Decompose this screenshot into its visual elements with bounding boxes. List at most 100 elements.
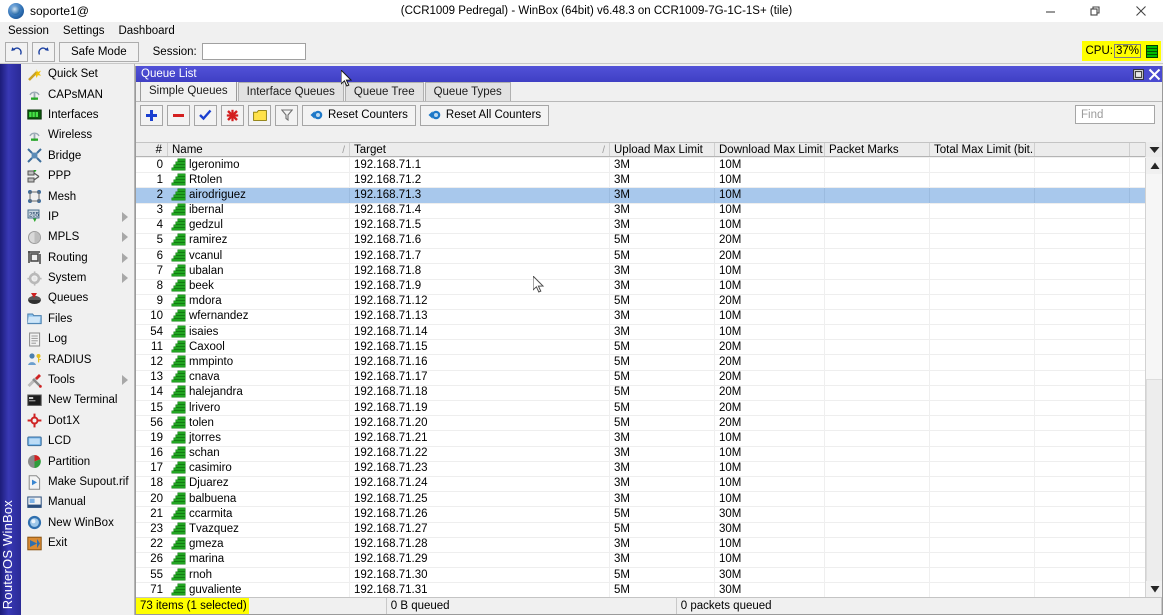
sidebar-item-interfaces[interactable]: Interfaces	[21, 105, 134, 125]
column-header-name[interactable]: Name/	[168, 143, 350, 156]
close-icon[interactable]	[1118, 0, 1163, 22]
cell-marks	[825, 385, 930, 400]
sidebar-item-capsman[interactable]: CAPsMAN	[21, 84, 134, 104]
cell-down: 10M	[715, 446, 825, 461]
table-row[interactable]: 55rnoh192.168.71.305M30M	[136, 568, 1145, 583]
sidebar-item-partition[interactable]: Partition	[21, 451, 134, 471]
restore-icon[interactable]	[1073, 0, 1118, 22]
add-button[interactable]	[140, 105, 163, 126]
table-row[interactable]: 1Rtolen192.168.71.23M10M	[136, 173, 1145, 188]
table-row[interactable]: 54isaies192.168.71.143M10M	[136, 325, 1145, 340]
tab-interface-queues[interactable]: Interface Queues	[238, 82, 344, 101]
table-row[interactable]: 23Tvazquez192.168.71.275M30M	[136, 523, 1145, 538]
cell-total	[930, 370, 1035, 385]
table-row[interactable]: 56tolen192.168.71.205M20M	[136, 416, 1145, 431]
table-row[interactable]: 2airodriguez192.168.71.33M10M	[136, 188, 1145, 203]
sidebar-item-make-supout-rif[interactable]: Make Supout.rif	[21, 472, 134, 492]
menu-dashboard[interactable]: Dashboard	[118, 25, 174, 37]
scroll-thumb[interactable]	[1146, 379, 1162, 594]
table-row[interactable]: 21ccarmita192.168.71.265M30M	[136, 507, 1145, 522]
comment-button[interactable]	[248, 105, 271, 126]
table-row[interactable]: 18Djuarez192.168.71.243M10M	[136, 477, 1145, 492]
sidebar-item-mpls[interactable]: MPLS	[21, 227, 134, 247]
session-input[interactable]	[202, 43, 306, 60]
sidebar-item-routing[interactable]: Routing	[21, 248, 134, 268]
table-vertical-scrollbar[interactable]	[1145, 158, 1162, 597]
sidebar-item-queues[interactable]: Queues	[21, 288, 134, 308]
undo-button[interactable]	[5, 42, 28, 62]
scroll-down-button[interactable]	[1146, 581, 1162, 597]
column-header-blank[interactable]	[1035, 143, 1130, 156]
sidebar-item-manual[interactable]: Manual	[21, 492, 134, 512]
sidebar-item-ip[interactable]: 255IP	[21, 207, 134, 227]
column-chooser-icon[interactable]	[1145, 142, 1162, 157]
sidebar-item-tools[interactable]: Tools	[21, 370, 134, 390]
search-input[interactable]: Find	[1075, 105, 1155, 124]
table-row[interactable]: 19jtorres192.168.71.213M10M	[136, 431, 1145, 446]
queue-close-icon[interactable]	[1146, 66, 1162, 82]
table-row[interactable]: 10wfernandez192.168.71.133M10M	[136, 310, 1145, 325]
minimize-icon[interactable]	[1028, 0, 1073, 22]
table-row[interactable]: 12mmpinto192.168.71.165M20M	[136, 355, 1145, 370]
table-row[interactable]: 15lrivero192.168.71.195M20M	[136, 401, 1145, 416]
menu-settings[interactable]: Settings	[63, 25, 105, 37]
column-header-total-max-limit-bit[interactable]: Total Max Limit (bit..	[930, 143, 1035, 156]
table-row[interactable]: 11Caxool192.168.71.155M20M	[136, 340, 1145, 355]
table-row[interactable]: 4gedzul192.168.71.53M10M	[136, 219, 1145, 234]
cell-num: 6	[136, 249, 168, 264]
sidebar-item-mesh[interactable]: Mesh	[21, 186, 134, 206]
sidebar-item-files[interactable]: Files	[21, 309, 134, 329]
reset-all-counters-button[interactable]: Reset All Counters	[420, 105, 549, 126]
menu-session[interactable]: Session	[8, 25, 49, 37]
table-row[interactable]: 16schan192.168.71.223M10M	[136, 447, 1145, 462]
table-row[interactable]: 6vcanul192.168.71.75M20M	[136, 249, 1145, 264]
sidebar-item-radius[interactable]: RADIUS	[21, 349, 134, 369]
sidebar-item-log[interactable]: Log	[21, 329, 134, 349]
scroll-track-upper[interactable]	[1146, 174, 1162, 379]
queue-restore-icon[interactable]	[1130, 66, 1146, 82]
disable-button[interactable]	[221, 105, 244, 126]
sidebar-item-new-winbox[interactable]: New WinBox	[21, 513, 134, 533]
table-row[interactable]: 0lgeronimo192.168.71.13M10M	[136, 158, 1145, 173]
table-row[interactable]: 8beek192.168.71.93M10M	[136, 280, 1145, 295]
sidebar-item-exit[interactable]: Exit	[21, 533, 134, 553]
table-row[interactable]: 7ubalan192.168.71.83M10M	[136, 264, 1145, 279]
queue-icon	[172, 584, 185, 594]
tab-queue-tree[interactable]: Queue Tree	[345, 82, 424, 101]
sidebar-item-new-terminal[interactable]: New Terminal	[21, 390, 134, 410]
queue-icon	[172, 417, 185, 427]
sidebar-item-dot1x[interactable]: Dot1X	[21, 411, 134, 431]
tab-simple-queues[interactable]: Simple Queues	[140, 81, 237, 101]
sidebar-item-ppp[interactable]: PPP	[21, 166, 134, 186]
table-row[interactable]: 22gmeza192.168.71.283M10M	[136, 538, 1145, 553]
table-row[interactable]: 17casimiro192.168.71.233M10M	[136, 462, 1145, 477]
cell-up: 3M	[610, 461, 715, 476]
sidebar-item-quick-set[interactable]: Quick Set	[21, 64, 134, 84]
column-header-upload-max-limit[interactable]: Upload Max Limit	[610, 143, 715, 156]
table-row[interactable]: 5ramirez192.168.71.65M20M	[136, 234, 1145, 249]
sidebar-item-lcd[interactable]: LCD	[21, 431, 134, 451]
table-row[interactable]: 71guvaliente192.168.71.315M30M	[136, 583, 1145, 597]
dot1x-icon	[27, 413, 42, 428]
table-row[interactable]: 26marina192.168.71.293M10M	[136, 553, 1145, 568]
table-row[interactable]: 9mdora192.168.71.125M20M	[136, 295, 1145, 310]
table-row[interactable]: 13cnava192.168.71.175M20M	[136, 371, 1145, 386]
redo-button[interactable]	[32, 42, 55, 62]
table-row[interactable]: 20balbuena192.168.71.253M10M	[136, 492, 1145, 507]
column-header-blank[interactable]: #	[136, 143, 168, 156]
filter-button[interactable]	[275, 105, 298, 126]
column-header-packet-marks[interactable]: Packet Marks	[825, 143, 930, 156]
table-row[interactable]: 3ibernal192.168.71.43M10M	[136, 204, 1145, 219]
reset-counters-button[interactable]: Reset Counters	[302, 105, 416, 126]
sidebar-item-system[interactable]: System	[21, 268, 134, 288]
column-header-target[interactable]: Target/	[350, 143, 610, 156]
column-header-download-max-limit[interactable]: Download Max Limit	[715, 143, 825, 156]
sidebar-item-wireless[interactable]: Wireless	[21, 125, 134, 145]
scroll-up-button[interactable]	[1146, 158, 1162, 174]
safe-mode-button[interactable]: Safe Mode	[59, 42, 139, 62]
enable-button[interactable]	[194, 105, 217, 126]
sidebar-item-bridge[interactable]: Bridge	[21, 146, 134, 166]
remove-button[interactable]	[167, 105, 190, 126]
tab-queue-types[interactable]: Queue Types	[425, 82, 511, 101]
table-row[interactable]: 14halejandra192.168.71.185M20M	[136, 386, 1145, 401]
